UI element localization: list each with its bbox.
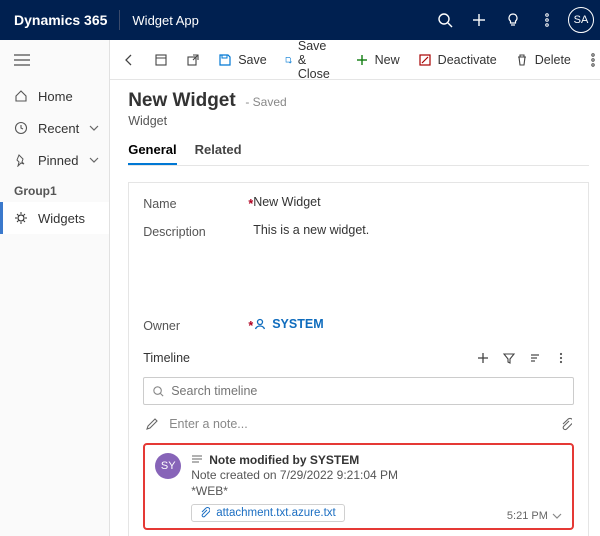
new-button[interactable]: New (347, 44, 408, 76)
command-bar: Save Save & Close New Deactivate Delete (110, 40, 600, 80)
nav-pinned[interactable]: Pinned (0, 144, 109, 176)
attachment-icon[interactable] (560, 417, 572, 431)
timeline-search-input[interactable] (171, 384, 565, 398)
description-label: Description (143, 225, 206, 239)
nav-recent-label: Recent (38, 121, 79, 136)
note-avatar: SY (155, 453, 181, 479)
nav-pinned-label: Pinned (38, 153, 79, 168)
owner-value[interactable]: SYSTEM (253, 317, 323, 331)
name-value[interactable]: New Widget (253, 195, 320, 209)
tab-related[interactable]: Related (195, 142, 242, 165)
deactivate-label: Deactivate (438, 53, 497, 67)
save-button[interactable]: Save (210, 44, 275, 76)
description-value[interactable]: This is a new widget. (253, 223, 369, 237)
form-selector-button[interactable] (146, 44, 176, 76)
user-avatar[interactable]: SA (568, 7, 594, 33)
pencil-icon (145, 417, 159, 431)
note-title: Note modified by SYSTEM (209, 453, 359, 467)
nav-home[interactable]: Home (0, 80, 109, 112)
chevron-down-icon[interactable] (552, 513, 562, 519)
search-icon[interactable] (428, 0, 462, 40)
command-more-icon[interactable] (583, 44, 600, 76)
save-close-button[interactable]: Save & Close (277, 44, 345, 76)
delete-button[interactable]: Delete (507, 44, 579, 76)
timeline-sort-icon[interactable] (522, 345, 548, 371)
entity-label: Widget (128, 114, 589, 128)
save-label: Save (238, 53, 267, 67)
more-icon[interactable] (530, 0, 564, 40)
add-icon[interactable] (462, 0, 496, 40)
clock-icon (14, 121, 28, 135)
deactivate-button[interactable]: Deactivate (410, 44, 505, 76)
back-button[interactable] (114, 44, 144, 76)
nav-recent[interactable]: Recent (0, 112, 109, 144)
note-time: 5:21 PM (507, 510, 548, 522)
home-icon (14, 89, 28, 103)
timeline-search[interactable] (143, 377, 574, 405)
open-new-window-button[interactable] (178, 44, 208, 76)
chevron-down-icon (89, 125, 99, 131)
tab-general[interactable]: General (128, 142, 176, 165)
pin-icon (14, 153, 28, 167)
note-created-text: Note created on 7/29/2022 9:21:04 PM (191, 468, 562, 482)
paperclip-icon (200, 507, 210, 519)
timeline-more-icon[interactable] (548, 345, 574, 371)
attachment-name: attachment.txt.azure.txt (216, 507, 336, 519)
form-region: Name* New Widget Description This is a n… (128, 182, 589, 536)
timeline-add-icon[interactable] (470, 345, 496, 371)
search-icon (152, 385, 165, 398)
product-title: Dynamics 365 (14, 12, 107, 28)
name-label: Name (143, 197, 176, 211)
note-icon (191, 454, 203, 466)
person-icon (253, 317, 267, 331)
owner-label: Owner (143, 319, 180, 333)
nav-home-label: Home (38, 89, 99, 104)
app-name: Widget App (132, 13, 199, 28)
nav-group-label: Group1 (0, 176, 109, 202)
chevron-down-icon (89, 157, 99, 163)
sidebar: Home Recent Pinned Group1 Widgets (0, 40, 110, 536)
note-tag: *WEB* (191, 484, 562, 498)
nav-widgets-label: Widgets (38, 211, 99, 226)
note-attachment[interactable]: attachment.txt.azure.txt (191, 504, 345, 522)
top-divider (119, 10, 120, 30)
record-title: New Widget (128, 90, 236, 111)
new-label: New (375, 53, 400, 67)
timeline-filter-icon[interactable] (496, 345, 522, 371)
timeline-note-card[interactable]: SY Note modified by SYSTEM Note created … (143, 443, 574, 530)
lightbulb-icon[interactable] (496, 0, 530, 40)
delete-label: Delete (535, 53, 571, 67)
owner-text: SYSTEM (272, 317, 323, 331)
nav-widgets[interactable]: Widgets (0, 202, 109, 234)
saved-indicator: - Saved (245, 95, 286, 109)
hamburger-icon[interactable] (0, 40, 109, 80)
widget-icon (14, 211, 28, 225)
timeline-label: Timeline (143, 351, 470, 365)
save-close-label: Save & Close (298, 39, 337, 81)
note-input-placeholder[interactable]: Enter a note... (169, 417, 550, 431)
